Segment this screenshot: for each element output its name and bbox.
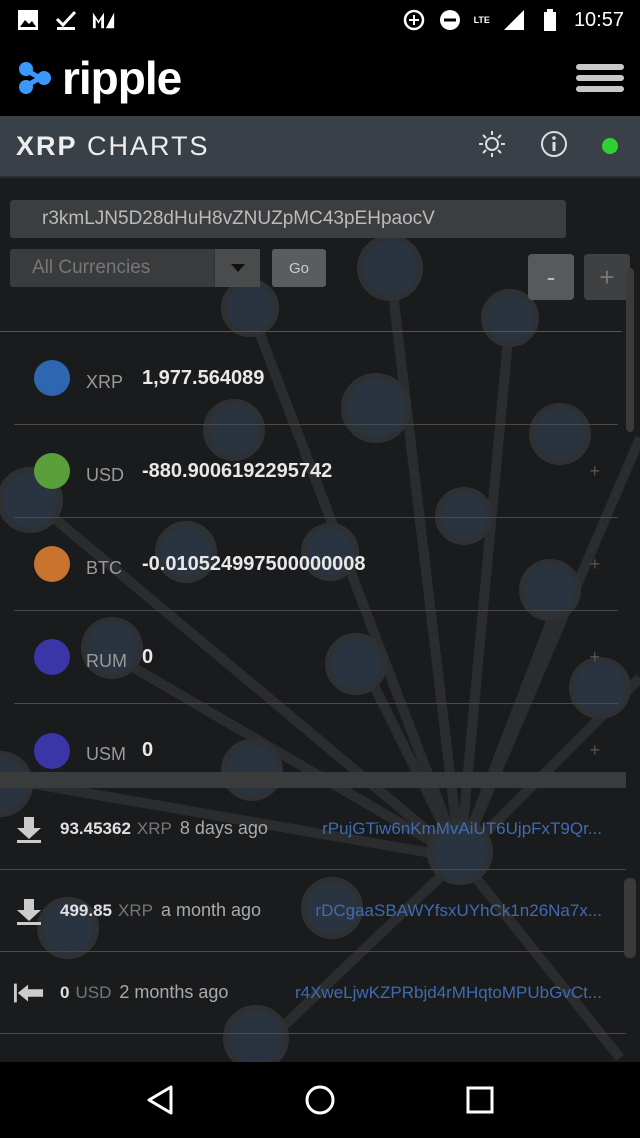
- signal-icon: [502, 8, 526, 32]
- balance-value: 0: [142, 645, 154, 668]
- balance-scrollbar[interactable]: [626, 268, 634, 432]
- balance-row-rum[interactable]: RUM 0 +: [14, 611, 618, 704]
- balance-currency: XRP: [86, 371, 124, 392]
- transaction-time: 2 months ago: [119, 982, 229, 1002]
- transaction-time: 8 days ago: [179, 818, 268, 838]
- balance-value: -0.010524997500000008: [142, 552, 366, 575]
- currency-dropdown-value: All Currencies: [32, 257, 151, 278]
- expand-plus-icon[interactable]: +: [589, 461, 600, 482]
- balance-currency: BTC: [86, 557, 122, 578]
- connection-status-dot: [602, 138, 618, 154]
- arrow-left-bar-icon: [14, 978, 44, 1008]
- image-icon: [16, 8, 40, 32]
- transaction-amount: 499.85: [60, 900, 112, 920]
- expand-plus-icon[interactable]: +: [589, 554, 600, 575]
- brightness-icon[interactable]: [478, 130, 506, 163]
- main-content: All Currencies Go - + XRP 1,977.564089 U…: [0, 178, 640, 1062]
- balance-value: 0: [142, 739, 154, 761]
- balance-list: XRP 1,977.564089 USD -880.9006192295742 …: [0, 332, 640, 797]
- transaction-amount: 93.45362: [60, 818, 131, 838]
- arrow-down-icon: [14, 814, 44, 844]
- arrow-down-icon: [14, 896, 44, 926]
- ripple-logo[interactable]: ripple: [16, 51, 182, 105]
- transaction-address-link[interactable]: r4XweLjwKZPRbjd4rMHqtoMPUbGvCt...: [295, 983, 602, 1003]
- transaction-row[interactable]: 0 USD 2 months ago r4XweLjwKZPRbjd4rMHqt…: [0, 952, 626, 1034]
- currency-color-dot: [34, 360, 70, 396]
- back-icon[interactable]: [135, 1075, 185, 1125]
- currency-dropdown[interactable]: All Currencies: [10, 249, 260, 287]
- status-bar: LTE 10:57: [0, 0, 640, 40]
- charts-title: XRP CHARTS: [16, 131, 210, 162]
- chevron-down-icon[interactable]: [214, 249, 260, 287]
- currency-color-dot: [34, 639, 70, 675]
- charts-title-light: CHARTS: [87, 130, 210, 161]
- info-icon[interactable]: [540, 130, 568, 163]
- balance-currency: USD: [86, 464, 125, 485]
- currency-color-dot: [34, 546, 70, 582]
- zoom-out-button[interactable]: -: [528, 254, 574, 300]
- charts-toolbar: XRP CHARTS: [0, 116, 640, 178]
- balance-row-btc[interactable]: BTC -0.010524997500000008 +: [14, 518, 618, 611]
- transaction-scrollbar[interactable]: [624, 878, 636, 958]
- balance-value: -880.9006192295742: [142, 459, 333, 482]
- go-button[interactable]: Go: [272, 249, 326, 287]
- hamburger-menu-icon[interactable]: [576, 58, 624, 98]
- transaction-row[interactable]: 499.85 XRP a month ago rDCgaaSBAWYfsxUYh…: [0, 870, 626, 952]
- transaction-currency: XRP: [136, 818, 172, 838]
- m-logo-icon: [92, 8, 116, 32]
- data-saver-icon: [402, 8, 426, 32]
- system-nav-bar: [0, 1062, 640, 1138]
- clock: 10:57: [573, 8, 624, 31]
- transaction-address-link[interactable]: rPujGTiw6nKmMvAiUT6UjpFxT9Qr...: [322, 819, 602, 839]
- expand-plus-icon[interactable]: +: [589, 647, 600, 668]
- transaction-amount: 0: [60, 982, 70, 1002]
- logo-text: ripple: [62, 52, 182, 104]
- currency-color-dot: [34, 453, 70, 489]
- transaction-time: a month ago: [160, 900, 262, 920]
- balance-value: 1,977.564089: [142, 366, 265, 389]
- account-address-input[interactable]: [10, 200, 566, 238]
- app-header: ripple: [0, 40, 640, 116]
- balance-currency: RUM: [86, 650, 127, 671]
- balance-row-usd[interactable]: USD -880.9006192295742 +: [14, 425, 618, 518]
- recents-icon[interactable]: [455, 1075, 505, 1125]
- transaction-list: 93.45362 XRP 8 days ago rPujGTiw6nKmMvAi…: [0, 772, 626, 1062]
- balance-row-xrp[interactable]: XRP 1,977.564089: [14, 332, 618, 425]
- expand-plus-icon[interactable]: +: [589, 740, 600, 761]
- checkmark-icon: [54, 8, 78, 32]
- currency-color-dot: [34, 732, 70, 769]
- charts-title-bold: XRP: [16, 130, 78, 161]
- network-type: LTE: [473, 15, 490, 25]
- transaction-currency: USD: [75, 982, 112, 1002]
- transaction-row[interactable]: 93.45362 XRP 8 days ago rPujGTiw6nKmMvAi…: [0, 788, 626, 870]
- transaction-address-link[interactable]: rDCgaaSBAWYfsxUYhCk1n26Na7x...: [315, 901, 602, 921]
- battery-icon: [538, 8, 562, 32]
- do-not-disturb-icon: [438, 8, 462, 32]
- ripple-logo-icon: [19, 62, 51, 94]
- zoom-in-button[interactable]: +: [584, 254, 630, 300]
- balance-currency: USM: [86, 744, 126, 764]
- home-icon[interactable]: [295, 1075, 345, 1125]
- transaction-currency: XRP: [118, 900, 153, 920]
